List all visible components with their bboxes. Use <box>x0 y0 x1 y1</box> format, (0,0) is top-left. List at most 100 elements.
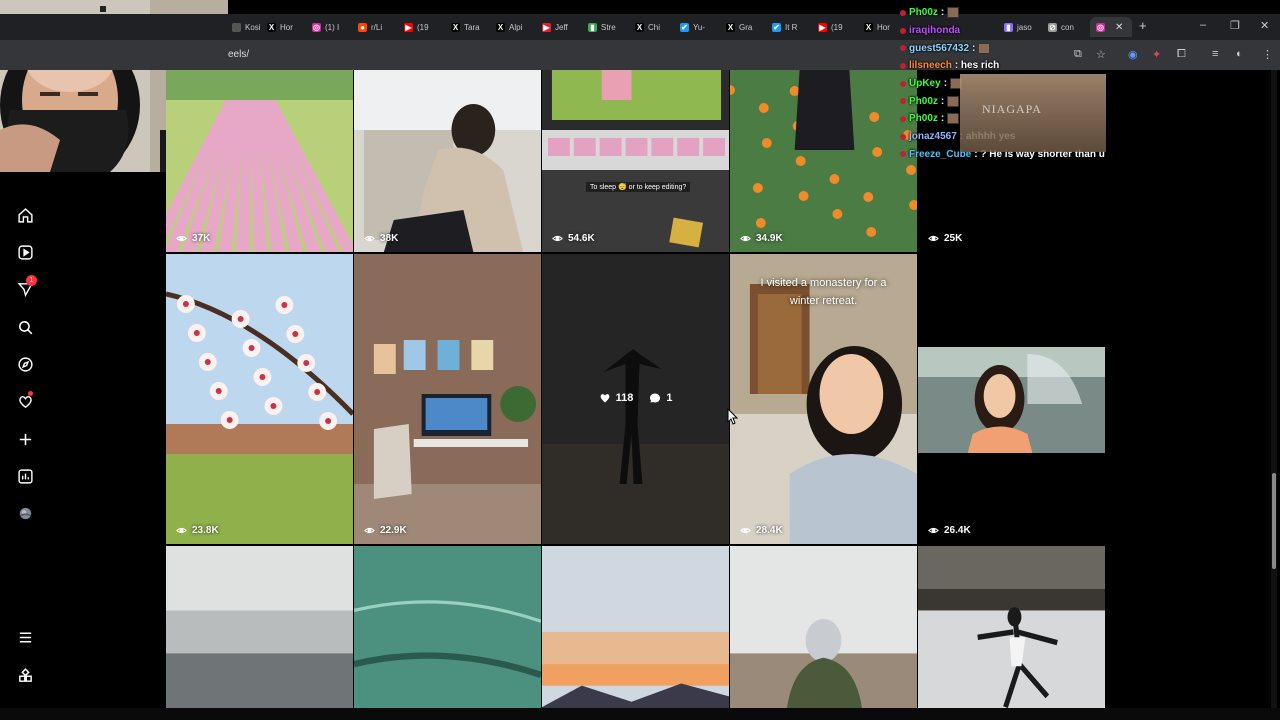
browser-tab[interactable]: X Gra <box>726 17 770 37</box>
reel-tile[interactable]: 38K <box>354 70 541 252</box>
browser-tab[interactable]: ▮ Stre <box>588 17 632 37</box>
reel-tile[interactable]: To sleep 😴 or to keep editing? 54.6K <box>542 70 729 252</box>
minimize-button[interactable]: – <box>1200 19 1206 31</box>
reel-thumbnail <box>542 70 729 252</box>
chat-badge-icon <box>900 9 906 16</box>
chat-text: : <box>943 78 948 90</box>
create-icon[interactable] <box>15 429 35 449</box>
chat-emote-icon <box>978 42 991 54</box>
tab-title: It R <box>785 22 798 32</box>
also-from-meta-icon[interactable] <box>15 665 35 685</box>
browser-tab[interactable]: X Alpi <box>496 17 540 37</box>
browser-menu-icon[interactable]: ⋮ <box>1262 48 1273 61</box>
chat-text: : <box>940 95 945 107</box>
screen: { "browser": { "url": "eels/", "tabs": [… <box>0 0 1280 720</box>
new-tab-button[interactable]: + <box>1139 18 1147 33</box>
tab-favicon-icon: X <box>496 22 505 32</box>
eye-icon <box>176 525 187 536</box>
tab-favicon-icon: ✔ <box>772 22 781 32</box>
chat-badge-icon <box>900 62 906 69</box>
reel-thumbnail <box>730 70 917 252</box>
media-control-icon[interactable]: ≡ <box>1212 48 1218 60</box>
browser-tab[interactable]: ✔ Yu- <box>680 17 724 37</box>
reel-tile[interactable]: I visited a monastery for a winter retre… <box>730 254 917 544</box>
reel-tile[interactable]: 37K <box>166 70 353 252</box>
browser-tab[interactable]: ▶ (19 <box>404 17 448 37</box>
tab-favicon-icon: ◎ <box>312 22 321 32</box>
browser-tab[interactable]: ● r/Li <box>358 17 402 37</box>
messages-icon[interactable]: 1 <box>15 275 37 299</box>
reels-icon[interactable] <box>15 242 35 262</box>
reel-thumbnail <box>918 254 1105 544</box>
url-field[interactable]: eels/ <box>228 49 249 60</box>
tab-favicon-icon: ● <box>358 22 367 32</box>
reel-tile[interactable] <box>166 546 353 720</box>
scrollbar-track[interactable] <box>1271 70 1277 710</box>
browser-tab[interactable]: ◎ (1) I <box>312 17 356 37</box>
browser-tab[interactable]: ▶ Jeff <box>542 17 586 37</box>
view-count: 34.9K <box>740 233 783 244</box>
reel-thumbnail <box>354 546 541 720</box>
profile-icon[interactable]: ◐ <box>1236 48 1243 60</box>
extensions-puzzle-icon[interactable]: ⧠ <box>1177 48 1186 61</box>
chat-badge-icon <box>900 151 906 158</box>
home-icon[interactable] <box>15 205 35 225</box>
reel-tile[interactable]: 34.9K <box>730 70 917 252</box>
browser-tab[interactable]: X Chi <box>635 17 679 37</box>
chat-username: lilsneech <box>909 60 952 72</box>
view-count-label: 54.6K <box>568 233 595 244</box>
chat-username: guest567432 <box>909 42 970 54</box>
explore-icon[interactable] <box>15 354 35 374</box>
tab-title: r/Li <box>371 22 383 32</box>
eye-icon <box>740 525 751 536</box>
reel-tile[interactable] <box>730 546 917 720</box>
profile-avatar[interactable] <box>15 503 35 523</box>
reels-grid: 37K 38K To sleep 😴 or to keep editing? 54.6… <box>166 70 1106 720</box>
reel-thumbnail <box>166 70 353 252</box>
scrollbar-thumb[interactable] <box>1272 473 1276 569</box>
tab-favicon-icon: ✔ <box>680 22 689 32</box>
extension-icon[interactable]: ◉ <box>1128 48 1138 61</box>
browser-tab[interactable]: X Tara <box>451 17 495 37</box>
overlay-logo-text: NIAGAPA <box>982 102 1042 116</box>
view-count: 22.9K <box>364 525 407 536</box>
eye-icon <box>928 233 939 244</box>
chat-emote-icon <box>947 7 960 19</box>
view-count-label: 38K <box>380 233 399 244</box>
reel-thumbnail <box>918 546 1105 720</box>
chat-badge-icon <box>900 133 906 140</box>
reel-tile[interactable]: 23.8K <box>166 254 353 544</box>
tab-favicon-icon: ▶ <box>404 22 413 32</box>
view-count-label: 22.9K <box>380 525 407 536</box>
browser-tab[interactable]: ▶ (19 <box>818 17 862 37</box>
instagram-sidebar: 1 <box>0 172 166 720</box>
reel-thumbnail <box>166 254 353 544</box>
tab-favicon-icon: X <box>267 22 276 32</box>
more-menu-icon[interactable] <box>15 627 35 647</box>
reel-tile[interactable]: 118 1 <box>542 254 729 544</box>
chat-message: lilsneech: hes rich <box>900 57 1110 75</box>
comments-stat: 1 <box>649 392 672 404</box>
dashboard-icon[interactable] <box>15 466 35 486</box>
chat-text: : <box>972 42 976 54</box>
view-count: 23.8K <box>176 525 219 536</box>
search-icon[interactable] <box>15 317 35 337</box>
close-window-button[interactable]: ✕ <box>1260 19 1269 32</box>
tab-favicon-icon <box>232 22 241 32</box>
extension-icon[interactable]: ✦ <box>1152 48 1161 61</box>
reel-tile[interactable] <box>542 546 729 720</box>
reel-tile[interactable] <box>354 546 541 720</box>
chat-username: Ph00z <box>909 95 938 107</box>
view-count: 38K <box>364 233 398 244</box>
tab-title: (19 <box>831 22 843 32</box>
notifications-icon[interactable] <box>15 391 35 411</box>
reel-tile[interactable] <box>918 546 1105 720</box>
tab-title: Chi <box>648 22 661 32</box>
view-count-label: 23.8K <box>192 525 219 536</box>
maximize-button[interactable]: ❐ <box>1230 19 1240 32</box>
browser-tab[interactable]: ✔ It R <box>772 17 816 37</box>
reel-tile[interactable]: 26.4K <box>918 254 1105 544</box>
reel-tile[interactable]: 22.9K <box>354 254 541 544</box>
close-tab-icon[interactable]: ✕ <box>1115 22 1123 33</box>
browser-tab[interactable]: X Hor <box>267 17 311 37</box>
